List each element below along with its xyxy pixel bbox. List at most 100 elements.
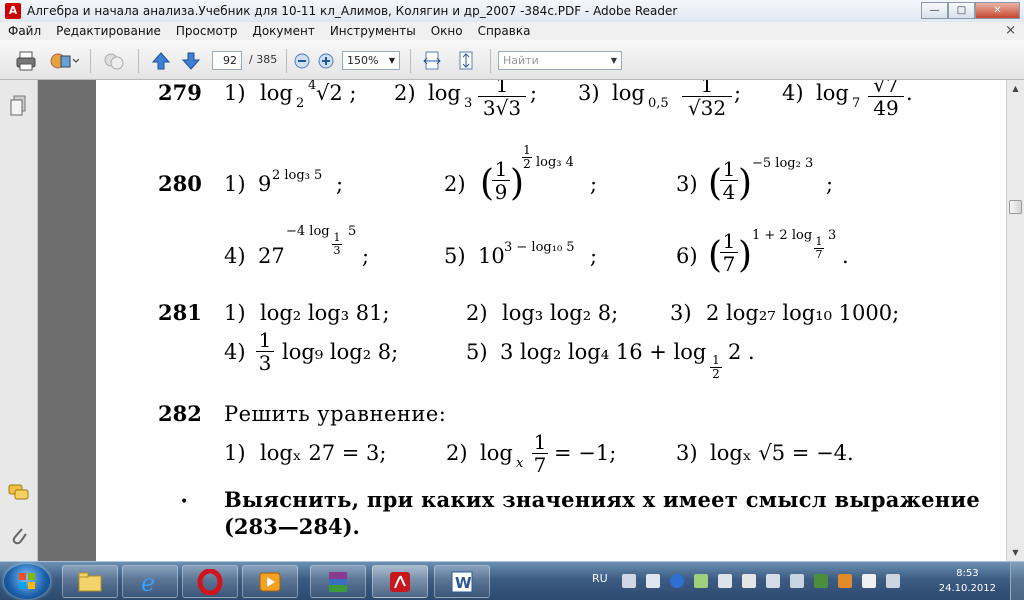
- print-button[interactable]: [12, 49, 40, 73]
- zoom-in-button[interactable]: [316, 49, 336, 73]
- minimize-button[interactable]: —: [921, 2, 948, 19]
- problem-heading: Решить уравнение:: [224, 402, 447, 426]
- menu-document[interactable]: Документ: [244, 24, 321, 38]
- vertical-scrollbar[interactable]: ▲ ▼: [1006, 80, 1024, 561]
- fit-page-icon: [459, 51, 473, 70]
- fraction-numerator: √7: [873, 80, 899, 97]
- tray-security-icon[interactable]: [814, 574, 828, 588]
- opera-icon: [197, 568, 223, 595]
- collaborate-button[interactable]: [100, 49, 128, 73]
- item-label: 1): [224, 81, 246, 105]
- page-number-input[interactable]: 92: [212, 51, 242, 70]
- problem-number: 280: [158, 171, 202, 196]
- taskbar-media-player[interactable]: [242, 565, 298, 598]
- fraction-numerator: 1: [815, 235, 823, 248]
- show-desktop-button[interactable]: [1010, 562, 1024, 600]
- math-text: 3 log₂ log₄ 16 + log: [500, 340, 707, 364]
- fraction-numerator: 1: [523, 143, 531, 157]
- scroll-up-icon[interactable]: ▲: [1009, 82, 1022, 95]
- search-input[interactable]: Найти ▼: [498, 51, 622, 70]
- item-label: 4): [782, 81, 804, 105]
- math-text: .: [906, 81, 913, 105]
- tray-app-icon[interactable]: [646, 574, 660, 588]
- page-total: / 385: [249, 53, 278, 66]
- document-close-icon[interactable]: ×: [1005, 23, 1016, 38]
- fit-width-button[interactable]: [420, 49, 444, 73]
- menu-window[interactable]: Окно: [423, 24, 470, 38]
- word-icon: W: [451, 571, 473, 592]
- tray-power-icon[interactable]: [886, 574, 900, 588]
- maximize-button[interactable]: □: [948, 2, 975, 19]
- math-superscript: 3 − log₁₀ 5: [504, 240, 575, 255]
- menu-tools[interactable]: Инструменты: [322, 24, 423, 38]
- item-label: 3): [670, 301, 692, 325]
- taskbar-internet-explorer[interactable]: e: [122, 565, 178, 598]
- tray-device-icon[interactable]: [790, 574, 804, 588]
- math-superscript: 3: [828, 228, 837, 243]
- scrollbar-thumb[interactable]: [1009, 200, 1022, 214]
- share-button[interactable]: [46, 49, 82, 73]
- item-label: 3): [676, 441, 698, 465]
- math-text: ;: [590, 244, 598, 268]
- close-button[interactable]: ✕: [975, 2, 1020, 19]
- previous-page-button[interactable]: [148, 49, 174, 73]
- tray-update-icon[interactable]: [838, 574, 852, 588]
- taskbar-word[interactable]: W: [434, 565, 490, 598]
- fraction-denominator: 4: [720, 180, 738, 203]
- toolbar: 92 / 385 150% ▼ Найти ▼: [0, 40, 1024, 80]
- bluetooth-icon[interactable]: [670, 574, 684, 588]
- taskbar-adobe-reader[interactable]: [372, 565, 428, 598]
- taskbar-explorer[interactable]: [62, 565, 118, 598]
- comments-icon[interactable]: [8, 483, 30, 503]
- clock-date: 24.10.2012: [938, 583, 996, 594]
- fraction-denominator: 7: [814, 248, 824, 261]
- window-title-bar: A Алгебра и начала анализа.Учебник для 1…: [0, 0, 1024, 22]
- collaborate-icon: [104, 53, 124, 70]
- tray-sync-icon[interactable]: [694, 574, 708, 588]
- menu-view[interactable]: Просмотр: [168, 24, 245, 38]
- menu-edit[interactable]: Редактирование: [48, 24, 168, 38]
- fraction-numerator: 1: [712, 353, 720, 367]
- language-indicator[interactable]: RU: [592, 572, 608, 585]
- search-dropdown-icon[interactable]: ▼: [611, 52, 617, 69]
- math-subscript: 3: [464, 96, 473, 111]
- item-label: 3): [578, 81, 600, 105]
- pages-icon[interactable]: [10, 95, 28, 117]
- fraction-numerator: 1: [333, 231, 341, 244]
- clock[interactable]: 8:53 24.10.2012: [939, 566, 996, 596]
- tray-network-icon[interactable]: [622, 574, 636, 588]
- fraction-denominator: 7: [532, 453, 548, 477]
- math-text: 27: [258, 244, 285, 268]
- volume-icon[interactable]: [718, 574, 732, 588]
- subscript-fraction: 1 2: [710, 354, 722, 381]
- svg-text:W: W: [455, 574, 472, 592]
- exponent-fraction: 1 2: [522, 144, 532, 171]
- fraction-numerator: 1: [722, 157, 736, 181]
- attachment-icon[interactable]: [10, 525, 28, 547]
- menu-help[interactable]: Справка: [470, 24, 538, 38]
- fraction: 1 4: [720, 158, 738, 203]
- math-subscript: 2: [296, 96, 305, 111]
- fraction: √7 49: [868, 80, 904, 119]
- battery-icon[interactable]: [742, 574, 756, 588]
- fraction: 1 √32: [682, 80, 732, 119]
- fraction: 1 3√3: [478, 80, 526, 119]
- taskbar-winrar[interactable]: [310, 565, 366, 598]
- math-text: log: [816, 81, 849, 105]
- math-text: log₉ log₂ 8;: [282, 340, 399, 364]
- zoom-out-button[interactable]: [292, 49, 312, 73]
- taskbar-opera[interactable]: [182, 565, 238, 598]
- zoom-select[interactable]: 150% ▼: [342, 51, 400, 70]
- fit-page-button[interactable]: [454, 49, 478, 73]
- item-label: 5): [466, 340, 488, 364]
- pdf-page: 279 1) log 2 4 √2 ; 2) log 3 1 3√3 ; 3) …: [96, 80, 1006, 561]
- action-center-flag-icon[interactable]: [862, 574, 876, 588]
- start-button[interactable]: [4, 564, 50, 599]
- zoom-value: 150%: [347, 54, 379, 67]
- tray-display-icon[interactable]: [766, 574, 780, 588]
- math-superscript: log₃ 4: [536, 155, 574, 170]
- math-text: = −1;: [554, 441, 617, 465]
- next-page-button[interactable]: [178, 49, 204, 73]
- scroll-down-icon[interactable]: ▼: [1009, 546, 1022, 559]
- menu-file[interactable]: Файл: [0, 24, 48, 38]
